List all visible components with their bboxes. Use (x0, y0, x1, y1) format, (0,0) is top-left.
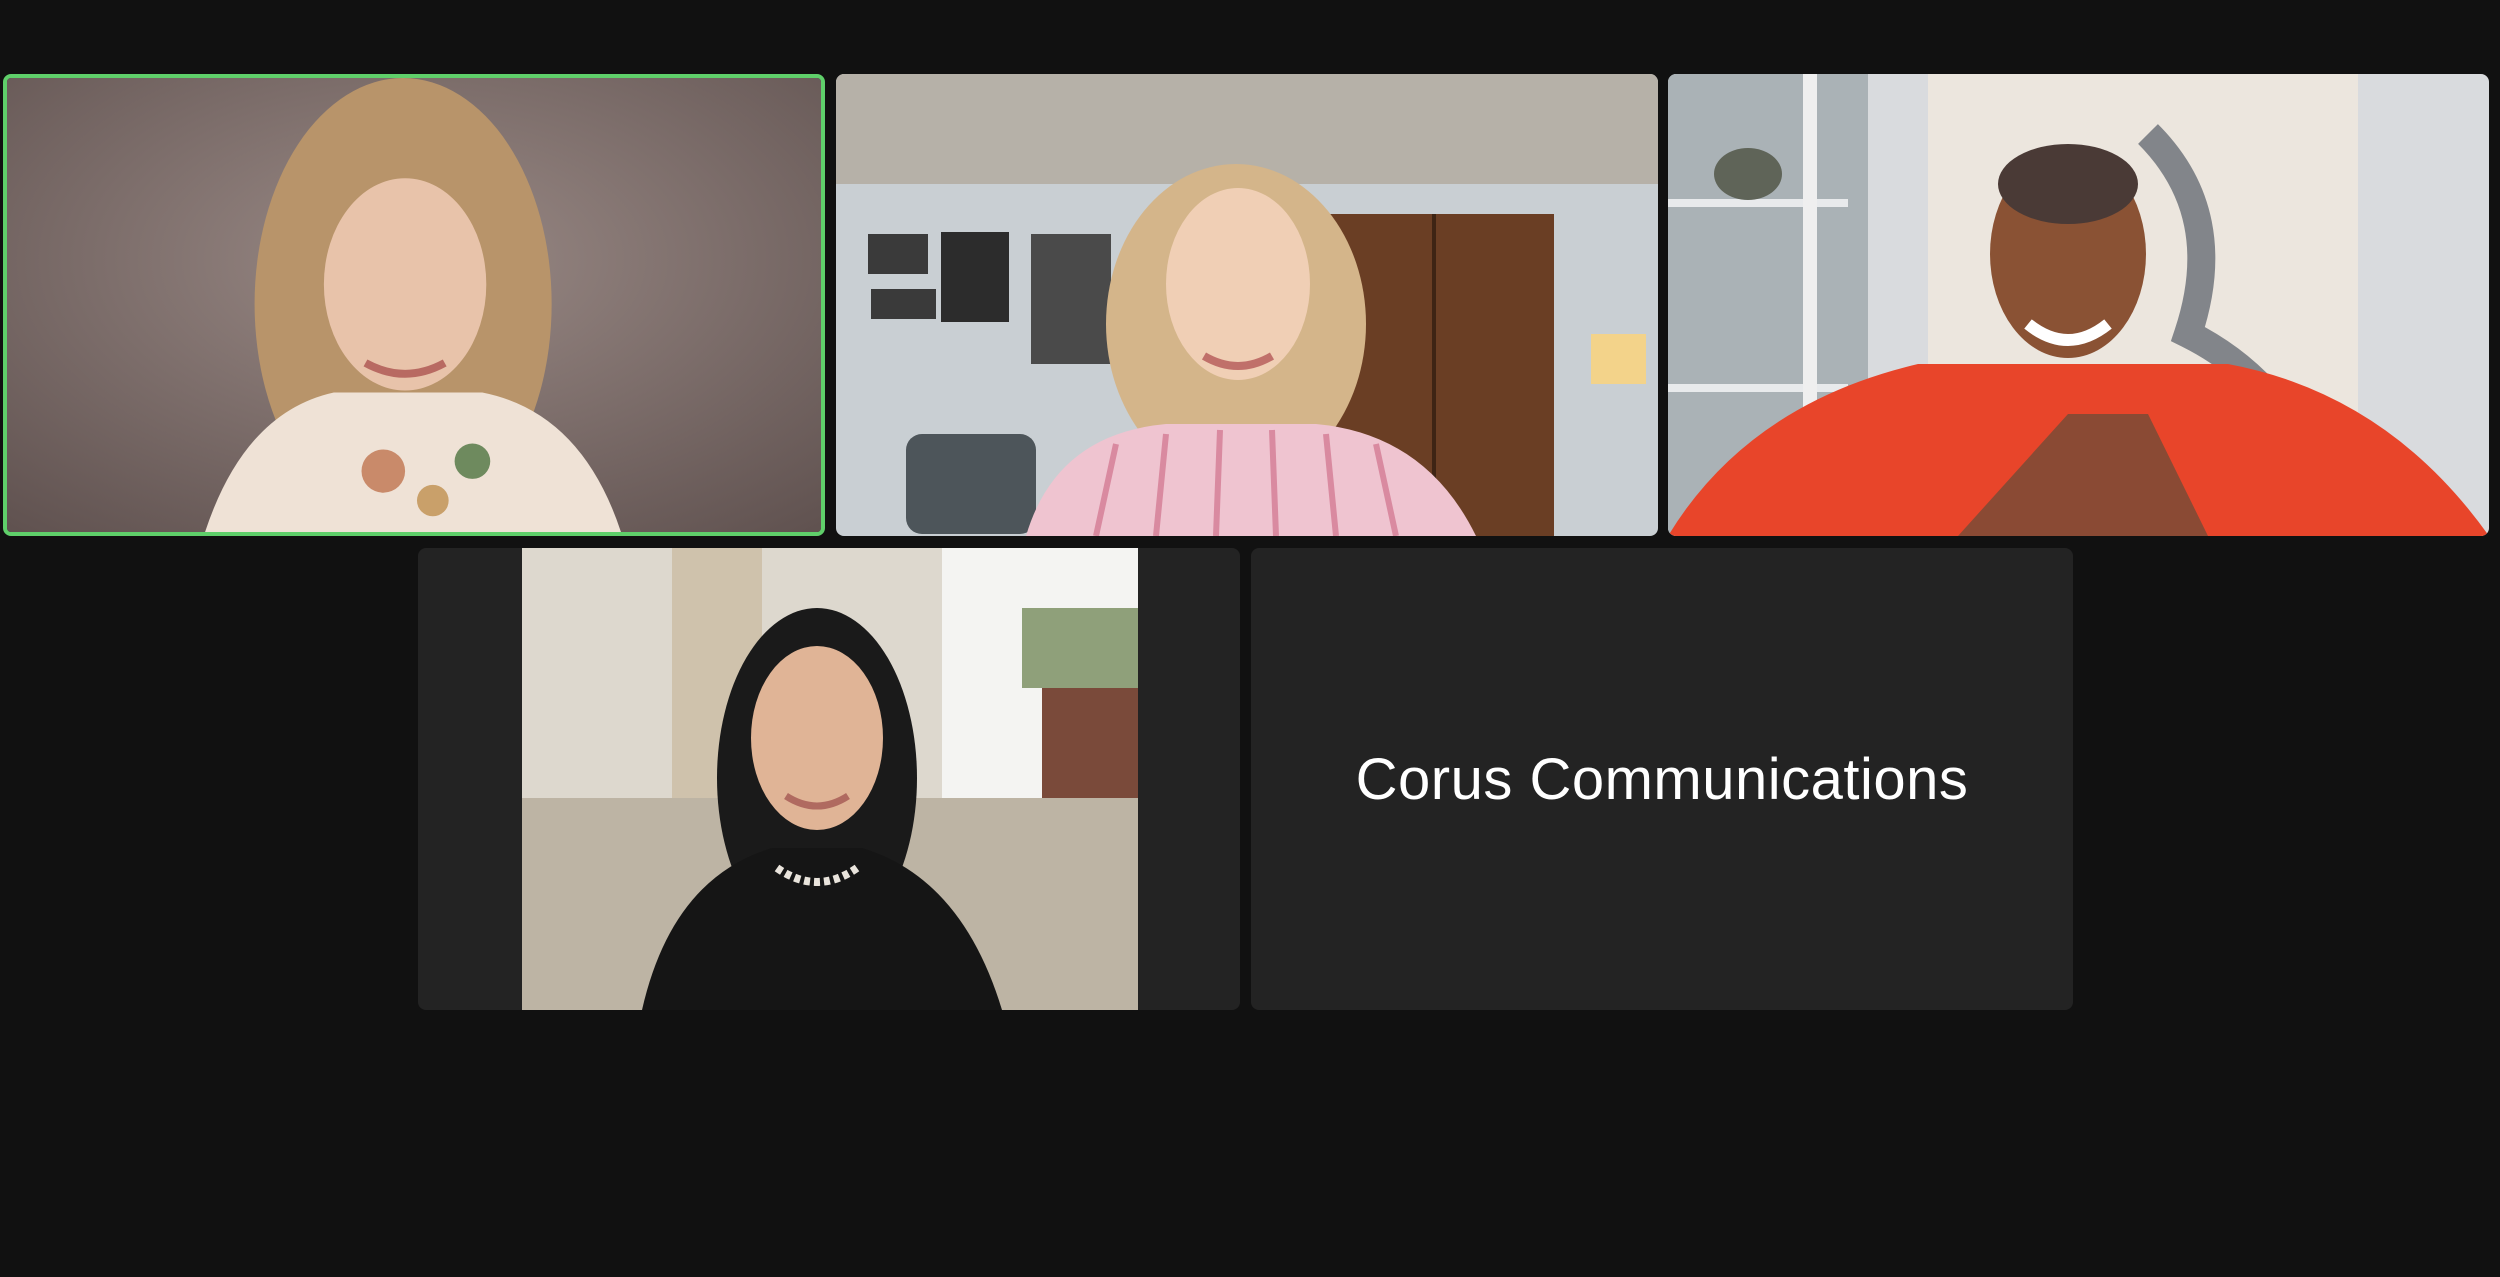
video-feed-graphic (1668, 74, 2489, 536)
video-feed-graphic (522, 548, 1138, 1010)
participant-display-name: Corus Communications (1355, 746, 1969, 812)
video-feed-graphic (836, 74, 1658, 536)
participant-video-1 (7, 78, 821, 532)
participant-tile-2[interactable] (836, 74, 1658, 536)
participant-tile-5[interactable]: Corus Communications (1251, 548, 2073, 1010)
video-feed-graphic (7, 78, 821, 532)
participant-video-3 (1668, 74, 2489, 536)
participant-tile-1[interactable] (3, 74, 825, 536)
participant-video-4 (522, 548, 1138, 1010)
participant-tile-3[interactable] (1668, 74, 2489, 536)
participant-tile-4[interactable] (418, 548, 1240, 1010)
video-gallery: Corus Communications (0, 0, 2500, 1277)
participant-video-2 (836, 74, 1658, 536)
